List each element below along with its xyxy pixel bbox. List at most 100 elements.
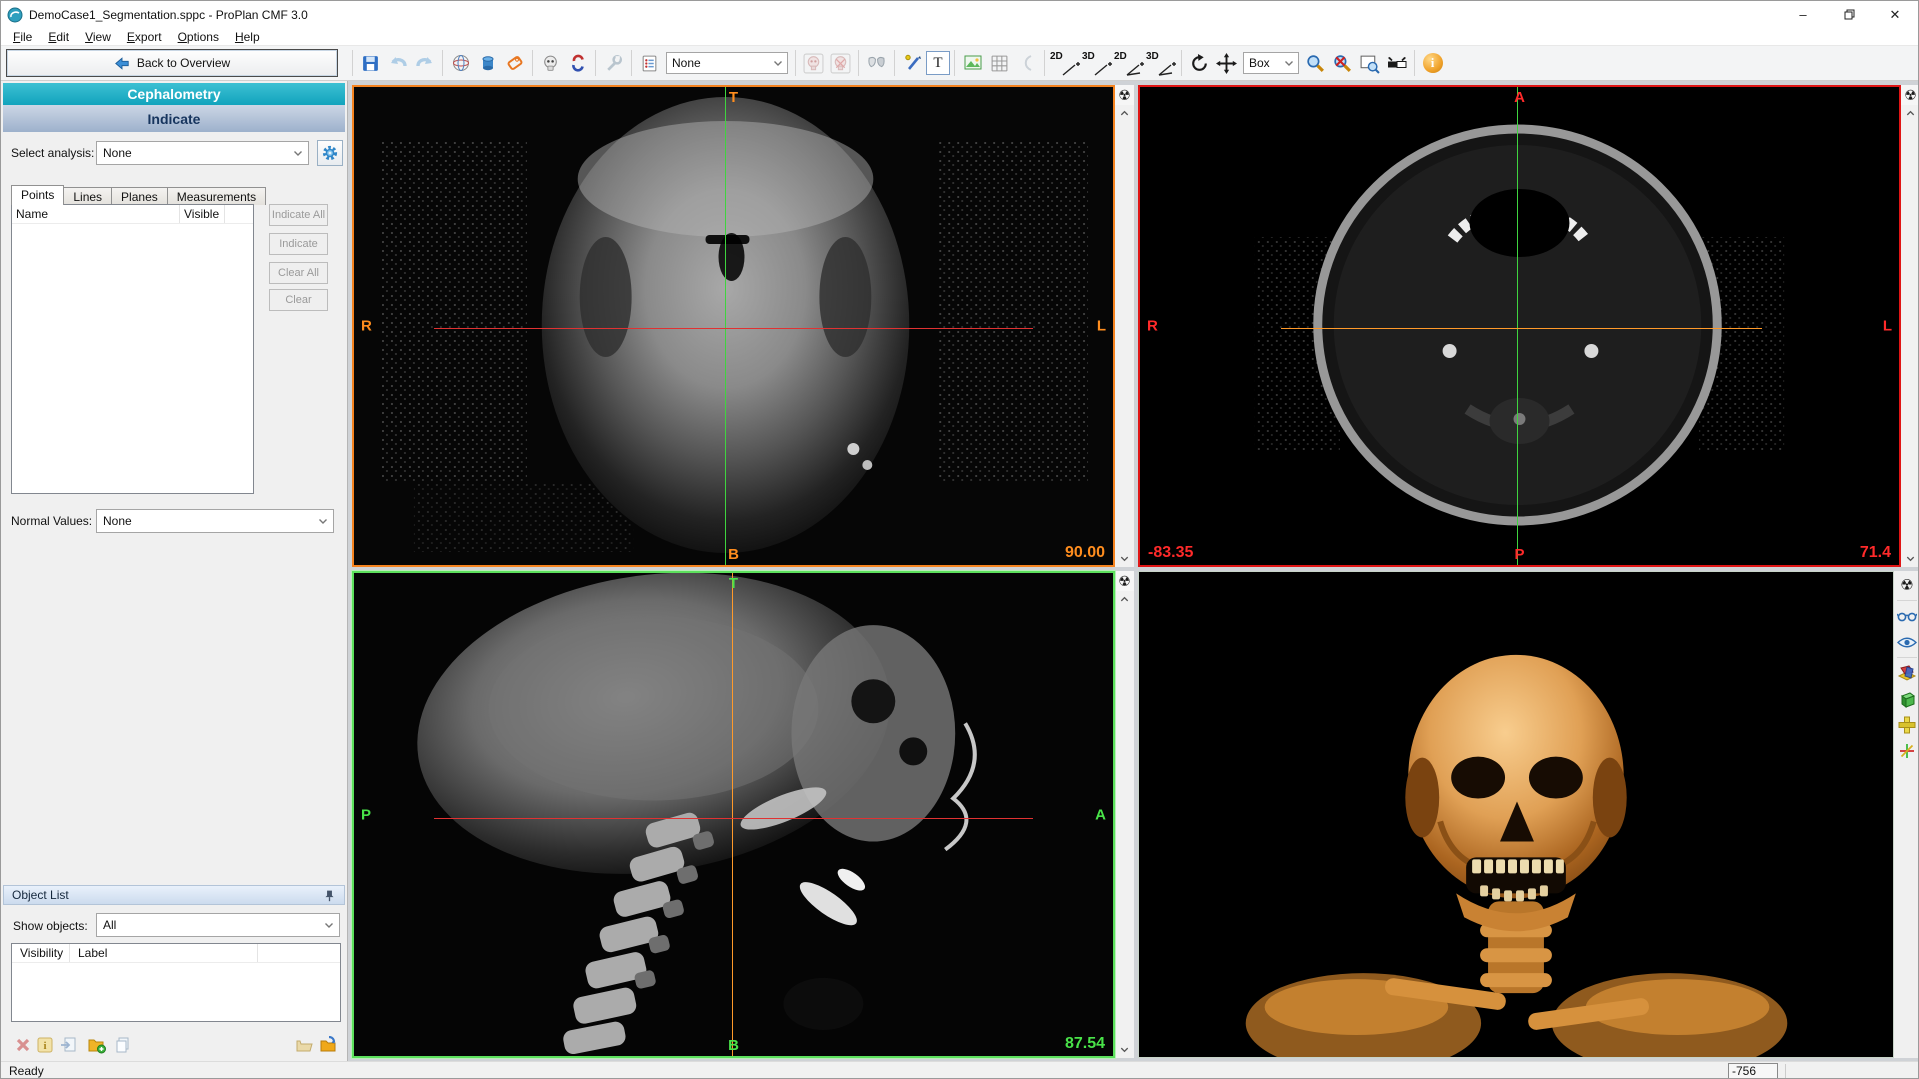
- points-list[interactable]: Name Visible: [11, 204, 254, 494]
- undo-button[interactable]: [384, 50, 411, 77]
- curve-button[interactable]: [1013, 50, 1040, 77]
- view-mode-dropdown[interactable]: Box: [1243, 52, 1299, 74]
- windowing-button[interactable]: [1383, 50, 1410, 77]
- mirror-button[interactable]: [863, 50, 890, 77]
- scroll-up-button[interactable]: [1116, 591, 1133, 608]
- orientation-top: T: [729, 89, 738, 106]
- duplicate-object-button[interactable]: [111, 1033, 135, 1057]
- menu-export[interactable]: Export: [119, 29, 170, 45]
- stereo-button[interactable]: [1895, 604, 1919, 628]
- load-object-button[interactable]: [293, 1033, 317, 1057]
- tab-measurements[interactable]: Measurements: [167, 187, 266, 205]
- toolbar-separator: [1044, 50, 1045, 76]
- menu-file[interactable]: File: [5, 29, 40, 45]
- menu-edit[interactable]: Edit: [40, 29, 77, 45]
- export-object-button[interactable]: [57, 1033, 81, 1057]
- clear-button[interactable]: Clear: [269, 289, 328, 311]
- indicate-pen-button[interactable]: [899, 50, 926, 77]
- scroll-down-button[interactable]: [1116, 550, 1133, 567]
- pan-view-button[interactable]: [1213, 50, 1240, 77]
- window-title: DemoCase1_Segmentation.sppc - ProPlan CM…: [29, 8, 308, 22]
- snapshot-button[interactable]: [959, 50, 986, 77]
- object-table[interactable]: Visibility Label: [11, 943, 341, 1022]
- jaw-button[interactable]: [564, 50, 591, 77]
- axial-scrollbar[interactable]: ☢: [1901, 85, 1919, 567]
- viewport-3d: ☢: [1138, 571, 1919, 1058]
- save-button[interactable]: [357, 50, 384, 77]
- add-object-button[interactable]: [85, 1033, 109, 1057]
- minimize-button[interactable]: –: [1780, 1, 1826, 28]
- tab-points[interactable]: Points: [11, 185, 64, 205]
- scroll-down-button[interactable]: [1902, 550, 1919, 567]
- radiology-icon: ☢: [1900, 576, 1913, 594]
- skull-icon: [541, 54, 560, 73]
- radiology-icon[interactable]: ☢: [1901, 85, 1919, 105]
- skull-button[interactable]: [537, 50, 564, 77]
- radiology-icon[interactable]: ☢: [1115, 571, 1134, 591]
- zoom-region-button[interactable]: [1356, 50, 1383, 77]
- zoom-reset-button[interactable]: [1329, 50, 1356, 77]
- rail-separator: [1897, 600, 1917, 601]
- indicate-all-button[interactable]: Indicate All: [269, 204, 328, 226]
- close-button[interactable]: ✕: [1872, 1, 1918, 28]
- menu-help[interactable]: Help: [227, 29, 268, 45]
- sagittal-scrollbar[interactable]: ☢: [1115, 571, 1134, 1058]
- info-button[interactable]: i: [1419, 50, 1446, 77]
- toolbar-preset-value: None: [672, 56, 701, 70]
- measure-2d-angle-button[interactable]: 2D: [1113, 50, 1145, 77]
- skull-option-1-button[interactable]: [800, 50, 827, 77]
- chevron-down-icon: [288, 147, 308, 159]
- rotate-view-button[interactable]: [1186, 50, 1213, 77]
- scroll-down-button[interactable]: [1116, 1041, 1133, 1058]
- measure-2d-distance-button[interactable]: 2D: [1049, 50, 1081, 77]
- analysis-list-button[interactable]: [636, 50, 663, 77]
- cross-section-button[interactable]: [1895, 713, 1919, 737]
- maximize-button[interactable]: [1826, 1, 1872, 28]
- coronal-slice-view[interactable]: T R L B 90.00: [352, 85, 1115, 567]
- wireframe-sphere-icon: [451, 53, 471, 73]
- tag-button[interactable]: [501, 50, 528, 77]
- normal-values-label: Normal Values:: [11, 514, 92, 528]
- sagittal-slice-view[interactable]: T P A B 87.54: [352, 571, 1115, 1058]
- orientation-top: A: [1514, 89, 1525, 106]
- radiology-icon[interactable]: ☢: [1115, 85, 1134, 105]
- volume-render-view[interactable]: [1138, 571, 1894, 1058]
- select-analysis-dropdown[interactable]: None: [96, 141, 309, 165]
- indicate-button[interactable]: Indicate: [269, 233, 328, 255]
- text-annotation-button[interactable]: T: [926, 51, 950, 75]
- tab-lines[interactable]: Lines: [63, 187, 112, 205]
- wireframe-sphere-button[interactable]: [447, 50, 474, 77]
- zoom-button[interactable]: [1302, 50, 1329, 77]
- redo-button[interactable]: [411, 50, 438, 77]
- radiology-view-button[interactable]: ☢: [1895, 573, 1919, 597]
- visibility-button[interactable]: [1895, 630, 1919, 654]
- measure-3d-angle-button[interactable]: 3D: [1145, 50, 1177, 77]
- import-object-button[interactable]: [317, 1033, 341, 1057]
- axial-slice-view[interactable]: A R L P -83.35 71.4: [1138, 85, 1901, 567]
- scroll-up-button[interactable]: [1116, 105, 1133, 122]
- analysis-settings-button[interactable]: [317, 140, 343, 166]
- axes-button[interactable]: [1895, 739, 1919, 763]
- clear-all-button[interactable]: Clear All: [269, 262, 328, 284]
- menu-view[interactable]: View: [77, 29, 119, 45]
- ortho-planes-button[interactable]: [1895, 661, 1919, 685]
- measure-3d-distance-button[interactable]: 3D: [1081, 50, 1113, 77]
- menu-options[interactable]: Options: [170, 29, 227, 45]
- cylinder-button[interactable]: [474, 50, 501, 77]
- scroll-up-button[interactable]: [1902, 105, 1919, 122]
- back-to-overview-button[interactable]: Back to Overview: [6, 49, 338, 77]
- volume-box-button[interactable]: [1895, 687, 1919, 711]
- object-properties-button[interactable]: i: [33, 1033, 57, 1057]
- skull-option-2-button[interactable]: [827, 50, 854, 77]
- coronal-scrollbar[interactable]: ☢: [1115, 85, 1134, 567]
- pin-icon[interactable]: [323, 889, 336, 902]
- show-objects-dropdown[interactable]: All: [96, 913, 340, 937]
- tab-planes[interactable]: Planes: [111, 187, 168, 205]
- orientation-right: L: [1097, 318, 1106, 335]
- toolbar-preset-dropdown[interactable]: None: [666, 52, 788, 74]
- delete-object-button[interactable]: [11, 1033, 35, 1057]
- section-title: Indicate: [3, 105, 345, 132]
- grid-button[interactable]: [986, 50, 1013, 77]
- normal-values-dropdown[interactable]: None: [96, 509, 334, 533]
- adjust-button[interactable]: [600, 50, 627, 77]
